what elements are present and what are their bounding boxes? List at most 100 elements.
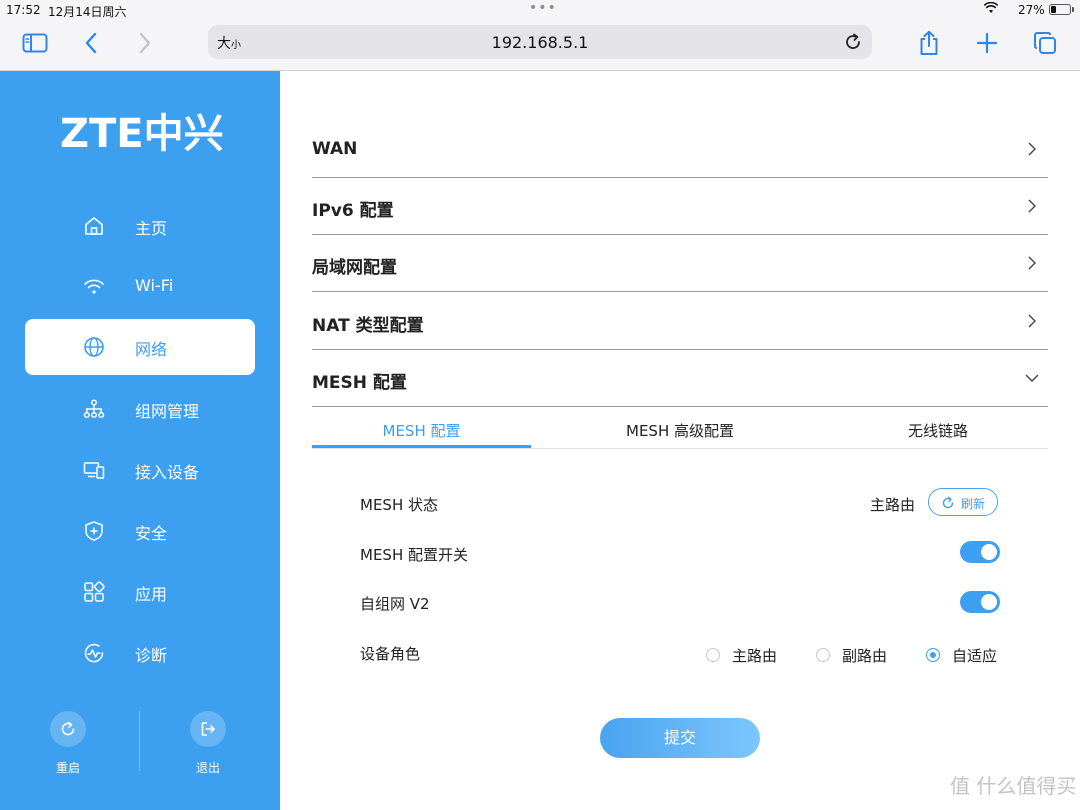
sidebar-item-home[interactable]: 主页 — [25, 198, 255, 254]
logout-button[interactable]: 退出 — [178, 711, 238, 781]
shield-icon — [85, 521, 103, 541]
globe-icon — [84, 337, 104, 357]
radio-circle[interactable] — [926, 648, 940, 662]
watermark: 值 什么值得买 — [912, 766, 1076, 800]
multitask-dots[interactable]: ••• — [529, 0, 557, 16]
logout-icon-wrap — [190, 711, 226, 747]
self-network-toggle[interactable] — [960, 591, 1000, 613]
radio-label: 副路由 — [842, 647, 888, 665]
section-wan[interactable]: WAN — [312, 121, 1048, 178]
chevron-right-icon — [1028, 314, 1036, 328]
section-mesh[interactable]: MESH 配置 — [312, 350, 1048, 407]
watermark-text: 值 什么值得买 — [950, 774, 1077, 798]
toggle-knob — [981, 594, 997, 610]
browser-toolbar: 大小 192.168.5.1 — [0, 20, 1080, 71]
mesh-switch-label: MESH 配置开关 — [360, 546, 468, 564]
sidebar-toggle-button[interactable] — [18, 28, 52, 58]
section-ipv6[interactable]: IPv6 配置 — [312, 178, 1048, 235]
section-title: WAN — [312, 139, 358, 159]
section-nat[interactable]: NAT 类型配置 — [312, 293, 1048, 350]
tab-mesh-config[interactable]: MESH 配置 — [312, 420, 531, 441]
self-network-label: 自组网 V2 — [360, 595, 430, 613]
url-text[interactable]: 192.168.5.1 — [208, 33, 872, 52]
active-tab-underline — [312, 445, 531, 448]
chevron-right-icon — [1028, 256, 1036, 270]
role-option-adaptive[interactable]: 自适应 — [926, 645, 1006, 665]
mesh-status-label: MESH 状态 — [360, 496, 438, 514]
sidebar-item-label: 接入设备 — [135, 463, 200, 482]
radio-circle[interactable] — [816, 648, 830, 662]
battery-level-fill — [1051, 6, 1056, 13]
section-title: MESH 配置 — [312, 373, 407, 393]
radio-circle[interactable] — [706, 648, 720, 662]
sidebar-toggle-icon — [22, 33, 48, 53]
tab-mesh-advanced[interactable]: MESH 高级配置 — [570, 420, 790, 441]
sidebar-item-label: 主页 — [135, 219, 168, 238]
chevron-down-icon — [1025, 374, 1039, 382]
status-time: 17:52 — [6, 3, 41, 17]
restart-button[interactable]: 重启 — [38, 711, 98, 781]
footer-divider — [139, 711, 140, 771]
sidebar-item-wifi[interactable]: Wi-Fi — [25, 259, 255, 315]
status-date: 12月14日周六 — [48, 5, 127, 19]
restart-icon — [61, 721, 75, 736]
devices-icon — [83, 462, 105, 479]
logout-label: 退出 — [195, 761, 220, 775]
chevron-right-icon — [1028, 142, 1036, 156]
mesh-status-value: 主路由 — [870, 496, 916, 514]
brand-text: ZTE中兴 — [60, 111, 224, 157]
section-lan[interactable]: 局域网配置 — [312, 235, 1048, 292]
diagnose-icon — [84, 643, 104, 663]
sidebar-item-label: 诊断 — [135, 646, 168, 665]
sidebar-item-network[interactable]: 网络 — [25, 319, 255, 375]
sidebar-item-label: 网络 — [135, 340, 168, 359]
sidebar-item-security[interactable]: 安全 — [25, 503, 255, 559]
restart-label: 重启 — [55, 761, 80, 775]
device-role-label: 设备角色 — [360, 645, 421, 663]
back-button[interactable] — [74, 28, 108, 58]
network-topology-icon — [83, 399, 105, 419]
reload-icon[interactable] — [842, 31, 864, 53]
battery-percent: 27% — [1018, 3, 1045, 17]
submit-button[interactable]: 提交 — [600, 718, 760, 758]
sidebar-item-label: 组网管理 — [135, 402, 200, 421]
status-bar: 17:52 12月14日周六 ••• 27% — [0, 0, 1080, 20]
wifi-signal-icon — [984, 2, 998, 13]
battery-icon — [1049, 4, 1071, 15]
radio-label: 主路由 — [732, 647, 778, 665]
section-title: NAT 类型配置 — [312, 316, 424, 336]
section-title: IPv6 配置 — [312, 201, 394, 221]
restart-icon-wrap — [50, 711, 86, 747]
main-content: WAN IPv6 配置 局域网配置 NAT 类型配置 MESH 配置 MESH … — [312, 71, 1048, 810]
share-button[interactable] — [912, 28, 946, 58]
share-icon — [920, 30, 938, 55]
sidebar-item-label: Wi-Fi — [135, 276, 174, 295]
mesh-switch-toggle[interactable] — [960, 541, 1000, 563]
sidebar: ZTE中兴 主页 Wi-Fi 网络 组网管理 接入设备 安全 应用 诊断 重启 … — [0, 71, 280, 810]
address-bar[interactable]: 大小 192.168.5.1 — [208, 25, 872, 59]
tabs-overview-button[interactable] — [1028, 28, 1062, 58]
role-option-sub-router[interactable]: 副路由 — [816, 645, 896, 665]
sidebar-item-label: 安全 — [135, 524, 168, 543]
section-title: 局域网配置 — [312, 258, 397, 278]
sidebar-item-apps[interactable]: 应用 — [25, 564, 255, 620]
sidebar-item-mesh-management[interactable]: 组网管理 — [25, 381, 255, 437]
new-tab-button[interactable] — [970, 28, 1004, 58]
zte-logo: ZTE中兴 — [60, 111, 224, 157]
plus-icon — [976, 32, 998, 54]
logout-icon — [201, 722, 215, 736]
chevron-left-icon — [85, 32, 97, 54]
role-option-main-router[interactable]: 主路由 — [706, 645, 786, 665]
refresh-button[interactable]: 刷新 — [928, 488, 998, 516]
toggle-knob — [981, 544, 997, 560]
tabs-icon — [1034, 32, 1056, 54]
tab-wireless-link[interactable]: 无线链路 — [828, 420, 1048, 441]
sidebar-item-diagnose[interactable]: 诊断 — [25, 625, 255, 681]
battery-cap — [1072, 7, 1074, 12]
home-icon — [85, 217, 103, 235]
radio-label: 自适应 — [952, 647, 998, 665]
sidebar-item-devices[interactable]: 接入设备 — [25, 442, 255, 498]
forward-button[interactable] — [128, 28, 162, 58]
refresh-icon — [942, 496, 954, 509]
chevron-right-icon — [139, 32, 151, 54]
